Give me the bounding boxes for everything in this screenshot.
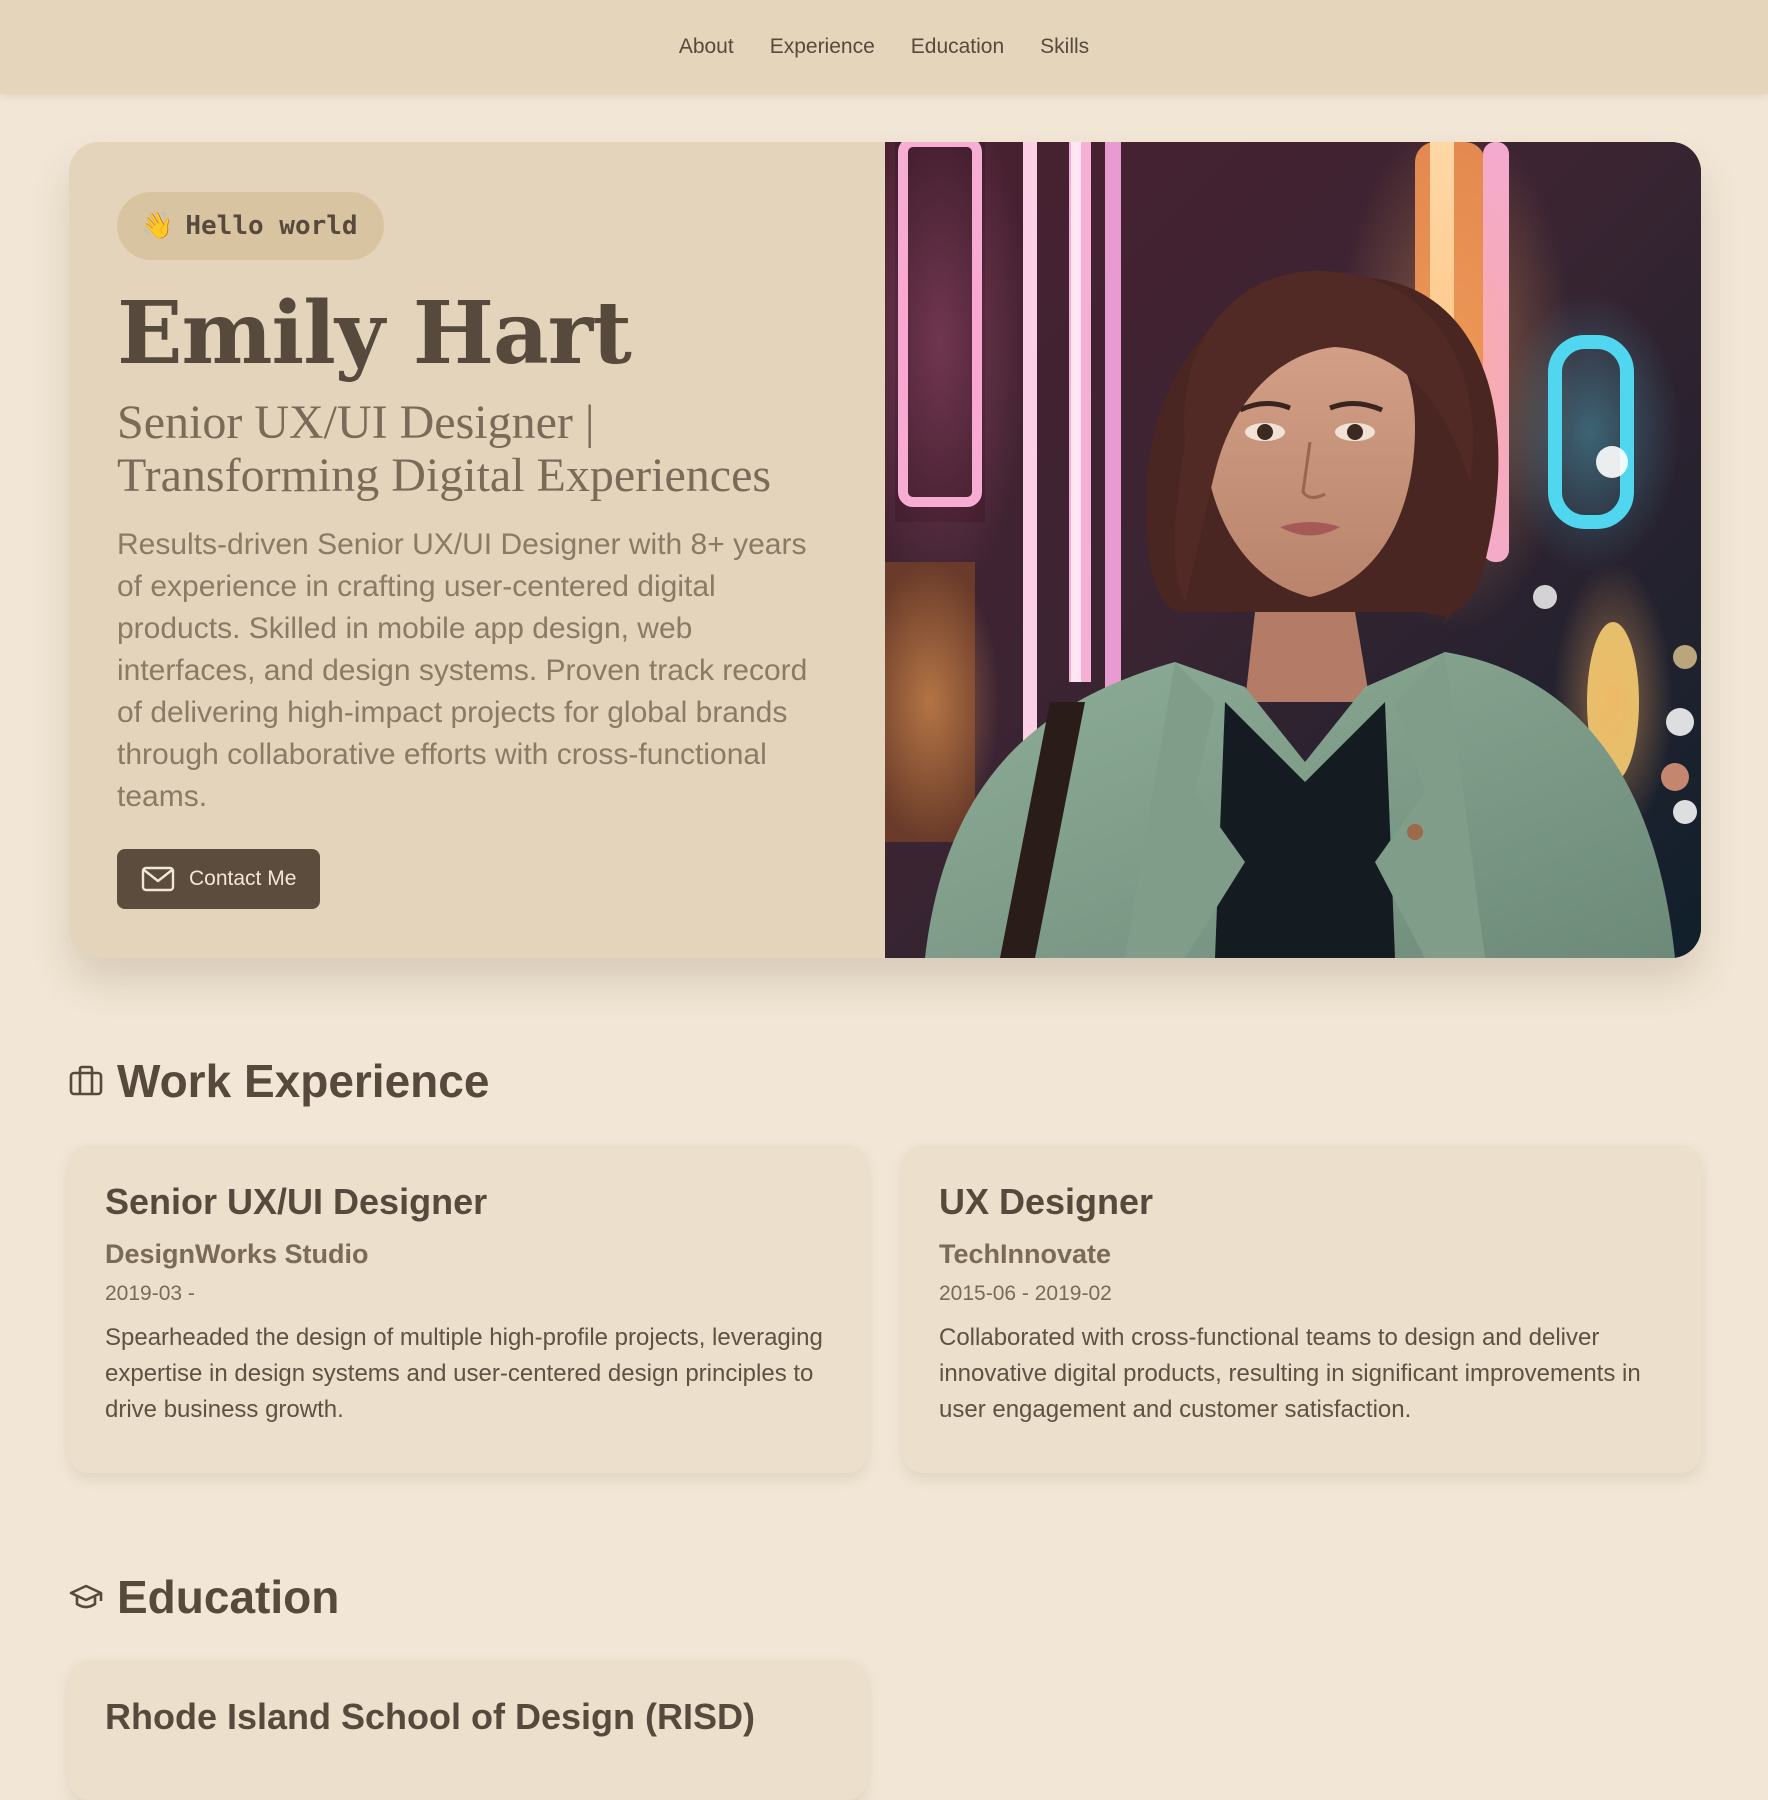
job-role: UX Designer [939,1181,1154,1222]
headline-line-2: Transforming Digital Experiences [117,449,772,502]
greeting-text: Hello world [185,211,358,241]
hero-intro: 👋 Hello world Emily Hart Senior UX/UI De… [69,142,885,958]
portrait-image [885,142,1701,958]
summary-text: Results-driven Senior UX/UI Designer wit… [117,528,808,813]
headline: Senior UX/UI Designer | Transforming Dig… [117,396,837,502]
job-dates: 2015-06 - 2019-02 [939,1282,1112,1305]
nav-link-education[interactable]: Education [911,35,1004,59]
mail-icon [141,866,175,892]
job-dates: 2019-03 - [105,1282,195,1305]
job-description: Collaborated with cross-functional teams… [939,1324,1641,1423]
job-description: Spearheaded the design of multiple high-… [105,1324,823,1423]
school-name: Rhode Island School of Design (RISD) [105,1696,756,1737]
headline-line-1: Senior UX/UI Designer | [117,396,595,449]
greeting-badge: 👋 Hello world [117,192,384,260]
briefcase-icon [69,1065,103,1096]
job-company: TechInnovate [939,1239,1112,1269]
contact-me-button[interactable]: Contact Me [117,849,321,909]
job-card: UX Designer TechInnovate 2015-06 - 2019-… [903,1145,1701,1473]
hero-card: 👋 Hello world Emily Hart Senior UX/UI De… [69,142,1701,958]
graduation-cap-icon [69,1584,103,1609]
top-nav: About Experience Education Skills [0,0,1768,94]
nav-link-skills[interactable]: Skills [1040,35,1089,59]
contact-me-label: Contact Me [189,867,297,890]
education-card: Rhode Island School of Design (RISD) [69,1660,867,1800]
education-title: Education [117,1571,340,1623]
job-card: Senior UX/UI Designer DesignWorks Studio… [69,1145,867,1473]
nav-link-about[interactable]: About [679,35,734,59]
work-experience-title: Work Experience [117,1055,490,1107]
job-role: Senior UX/UI Designer [105,1181,488,1222]
person-name: Emily Hart [117,283,632,384]
waving-hand-icon: 👋 [141,211,174,241]
profile-photo [885,142,1701,958]
job-company: DesignWorks Studio [105,1239,369,1269]
nav-link-experience[interactable]: Experience [770,35,875,59]
education-heading: Education [69,1570,339,1624]
work-experience-heading: Work Experience [69,1054,489,1108]
